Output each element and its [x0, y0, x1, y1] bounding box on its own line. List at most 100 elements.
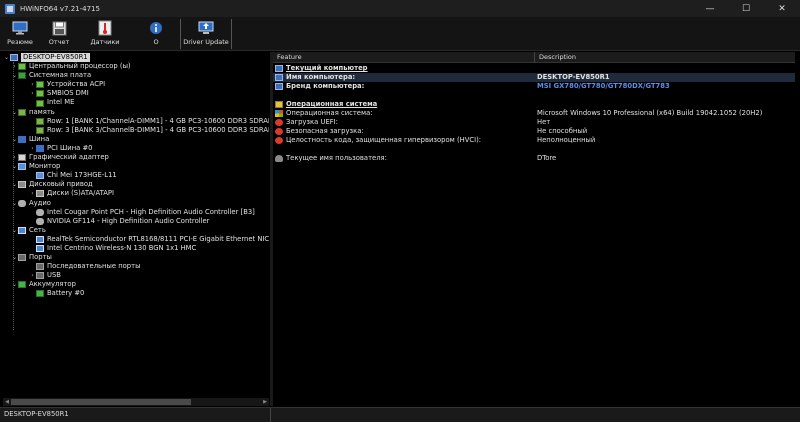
collapse-icon[interactable]: ⌄ — [11, 135, 18, 144]
minimize-button[interactable]: — — [692, 0, 728, 17]
tree-item[interactable]: ⌄ Монитор — [3, 162, 269, 171]
details-column-header: Feature Description — [273, 52, 795, 63]
expand-icon[interactable]: › — [29, 80, 36, 89]
tree-item[interactable]: ⌄ Системная плата — [3, 71, 269, 80]
collapse-icon[interactable]: ⌄ — [3, 53, 10, 62]
tree-item[interactable]: Последовательные порты — [3, 262, 269, 271]
tree-item[interactable]: Chi Mei 173HGE-L11 — [3, 171, 269, 180]
tree-item[interactable]: › PCI Шина #0 — [3, 144, 269, 153]
details-row[interactable]: Имя компьютера: DESKTOP-EV850R1 — [273, 73, 795, 82]
battery-icon — [36, 290, 44, 298]
tree-item[interactable]: ⌄ Аудио — [3, 199, 269, 208]
description-link[interactable]: MSI GX780/GT780/GT780DX/GT783 — [537, 82, 670, 91]
about-button-label: О — [153, 38, 159, 46]
details-row[interactable]: Безопасная загрузка: Не способный — [273, 127, 795, 136]
monitor-icon — [12, 20, 28, 36]
feature-label: Операционная система: — [286, 109, 373, 117]
description-column-header[interactable]: Description — [535, 52, 576, 63]
scroll-left-icon[interactable]: ◀ — [3, 398, 11, 406]
network-card-icon — [36, 245, 44, 253]
tree-item-label: Row: 1 [BANK 1/ChannelA-DIMM1] - 4 GB PC… — [47, 116, 269, 125]
driver-update-button[interactable]: Driver Update — [181, 17, 231, 51]
tree-item[interactable]: Battery #0 — [3, 289, 269, 298]
memory-icon — [18, 108, 26, 116]
tree-item[interactable]: › SMBIOS DMI — [3, 89, 269, 98]
error-icon — [275, 128, 283, 135]
tree-item-label: Battery #0 — [47, 289, 85, 298]
tree-item-label: Intel ME — [47, 98, 75, 107]
details-row[interactable]: Операционная система: Microsoft Windows 1… — [273, 109, 795, 118]
tree-item[interactable]: › Центральный процессор (ы) — [3, 62, 269, 71]
minimize-icon: — — [705, 3, 715, 14]
error-icon — [275, 119, 283, 126]
tree-item[interactable]: ⌄ Сеть — [3, 226, 269, 235]
tree-item[interactable]: Row: 3 [BANK 3/ChannelB-DIMM1] - 4 GB PC… — [3, 126, 269, 135]
tree-item[interactable]: Intel ME — [3, 98, 269, 107]
collapse-icon[interactable]: ⌄ — [11, 180, 18, 189]
tree-item[interactable]: ⌄ Шина — [3, 135, 269, 144]
tree-item[interactable]: › Диски (S)ATA/ATAPI — [3, 189, 269, 198]
tree-item[interactable]: ⌄ Порты — [3, 253, 269, 262]
expand-icon[interactable]: › — [29, 89, 36, 98]
about-button[interactable]: О — [132, 17, 180, 51]
tree-item[interactable]: › Графический адаптер — [3, 153, 269, 162]
description-value: Нет — [537, 118, 551, 126]
title-bar: HWiNFO64 v7.21-4715 — ☐ ✕ — [0, 0, 800, 17]
tree-item[interactable]: ⌄ память — [3, 108, 269, 117]
device-tree[interactable]: ⌄ DESKTOP-EV850R1 › Центральный процессор (… — [3, 53, 269, 406]
collapse-icon[interactable]: ⌄ — [11, 199, 18, 208]
details-row[interactable]: Загрузка UEFI: Нет — [273, 118, 795, 127]
tree-item[interactable]: ⌄ DESKTOP-EV850R1 — [3, 53, 269, 63]
collapse-icon[interactable]: ⌄ — [11, 226, 18, 235]
tree-item-label: RealTek Semiconductor RTL8168/8111 PCI-E… — [47, 234, 269, 243]
expand-icon[interactable]: › — [29, 144, 36, 153]
tree-item[interactable]: › USB — [3, 271, 269, 280]
tree-item[interactable]: ⌄ Аккумулятор — [3, 280, 269, 289]
summary-button[interactable]: Резюме — [0, 17, 40, 51]
tree-item[interactable]: ⌄ Дисковый привод — [3, 180, 269, 189]
feature-label: Имя компьютера: — [286, 73, 356, 81]
tree-item[interactable]: Row: 1 [BANK 1/ChannelA-DIMM1] - 4 GB PC… — [3, 117, 269, 126]
details-row[interactable]: Бренд компьютера: MSI GX780/GT780/GT780DX… — [273, 82, 795, 91]
tree-item[interactable]: Intel Cougar Point PCH - High Definition… — [3, 208, 269, 217]
expand-icon[interactable]: › — [29, 189, 36, 198]
feature-label: Бренд компьютера: — [286, 82, 365, 90]
tree-item-label: Центральный процессор (ы) — [29, 62, 131, 71]
close-button[interactable]: ✕ — [764, 0, 800, 17]
details-spacer-row — [273, 91, 795, 100]
tree-item[interactable]: › Устройства ACPI — [3, 80, 269, 89]
collapse-icon[interactable]: ⌄ — [11, 71, 18, 80]
details-row[interactable]: Операционная система — [273, 100, 795, 109]
collapse-icon[interactable]: ⌄ — [11, 253, 18, 262]
collapse-icon[interactable]: ⌄ — [11, 108, 18, 117]
tree-item[interactable]: Intel Centrino Wireless-N 130 BGN 1x1 HM… — [3, 244, 269, 253]
feature-label: Безопасная загрузка: — [286, 127, 364, 135]
computer-icon — [275, 83, 283, 90]
maximize-icon: ☐ — [741, 3, 751, 14]
window-title: HWiNFO64 v7.21-4715 — [20, 4, 100, 13]
collapse-icon[interactable]: ⌄ — [11, 162, 18, 171]
details-row[interactable]: Целостность кода, защищенная гипервизоро… — [273, 136, 795, 145]
toolbar: Резюме Отчет Датчики О Driver Update — [0, 17, 800, 51]
maximize-button[interactable]: ☐ — [728, 0, 764, 17]
tree-horizontal-scrollbar[interactable]: ◀ ▶ — [3, 398, 269, 406]
tree-item[interactable]: NVIDIA GF114 - High Definition Audio Con… — [3, 217, 269, 226]
toolbar-separator — [231, 19, 232, 49]
scroll-right-icon[interactable]: ▶ — [261, 398, 269, 406]
scrollbar-thumb[interactable] — [11, 399, 191, 405]
tree-item[interactable]: RealTek Semiconductor RTL8168/8111 PCI-E… — [3, 235, 269, 244]
tree-item-label: Сеть — [29, 225, 46, 234]
expand-icon[interactable]: › — [11, 153, 18, 162]
collapse-icon[interactable]: ⌄ — [11, 280, 18, 289]
thermometer-icon — [97, 20, 113, 36]
tree-item-label: Шина — [29, 134, 50, 143]
expand-icon[interactable]: › — [11, 62, 18, 71]
details-row[interactable]: Текущее имя пользователя: DTore — [273, 154, 795, 163]
chip-icon — [36, 90, 44, 98]
report-button[interactable]: Отчет — [40, 17, 78, 51]
feature-column-header[interactable]: Feature — [273, 52, 302, 63]
sensors-button[interactable]: Датчики — [78, 17, 132, 51]
expand-icon[interactable]: › — [29, 271, 36, 280]
details-row[interactable]: Текущий компьютер — [273, 64, 795, 73]
feature-label: Целостность кода, защищенная гипервизоро… — [286, 136, 482, 144]
